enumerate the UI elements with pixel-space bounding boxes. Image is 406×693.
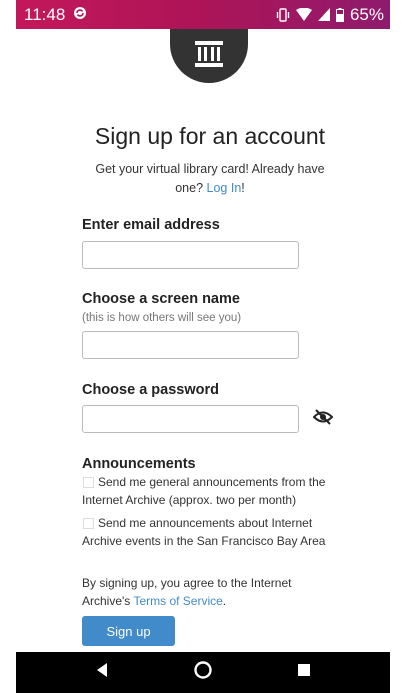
vibrate-icon — [276, 7, 290, 22]
password-label: Choose a password — [82, 382, 219, 398]
status-bar: 11:48 65% — [16, 0, 390, 29]
general-announcements-label: Send me general announcements from the I… — [82, 475, 326, 507]
status-left: 11:48 — [24, 5, 87, 25]
terms-suffix: . — [222, 594, 227, 608]
back-button[interactable] — [87, 658, 117, 688]
android-nav-bar — [16, 652, 390, 693]
home-icon — [194, 661, 212, 684]
home-button[interactable] — [188, 658, 218, 688]
terms-of-service-link[interactable]: Terms of Service — [133, 594, 222, 608]
eye-slash-icon — [312, 408, 334, 430]
cell-signal-icon — [317, 8, 330, 21]
status-right: 65% — [276, 5, 384, 25]
screen-name-field[interactable] — [82, 331, 299, 359]
subtitle: Get your virtual library card! Already h… — [84, 160, 336, 198]
email-label: Enter email address — [82, 217, 220, 233]
email-field[interactable] — [82, 241, 299, 269]
battery-icon — [335, 7, 344, 22]
terms-notice: By signing up, you agree to the Internet… — [82, 574, 332, 610]
back-icon — [95, 662, 109, 683]
sync-icon — [73, 5, 87, 25]
page-title: Sign up for an account — [94, 123, 326, 149]
archive-logo — [170, 29, 248, 83]
announcements-heading: Announcements — [82, 456, 196, 472]
archive-building-icon — [193, 39, 225, 74]
recents-icon — [297, 663, 311, 682]
status-time: 11:48 — [24, 4, 66, 24]
bay-area-announcements-label: Send me announcements about Internet Arc… — [82, 516, 326, 548]
wifi-icon — [295, 8, 312, 21]
password-field[interactable] — [82, 405, 299, 433]
sign-up-button[interactable]: Sign up — [82, 616, 175, 646]
subtitle-suffix: ! — [241, 181, 245, 195]
password-visibility-toggle[interactable] — [312, 408, 334, 430]
login-link[interactable]: Log In — [207, 181, 242, 195]
battery-percent: 65% — [349, 4, 384, 24]
recents-button[interactable] — [289, 658, 319, 688]
screen-name-label: Choose a screen name — [82, 291, 240, 307]
screen-name-hint: (this is how others will see you) — [82, 312, 242, 324]
